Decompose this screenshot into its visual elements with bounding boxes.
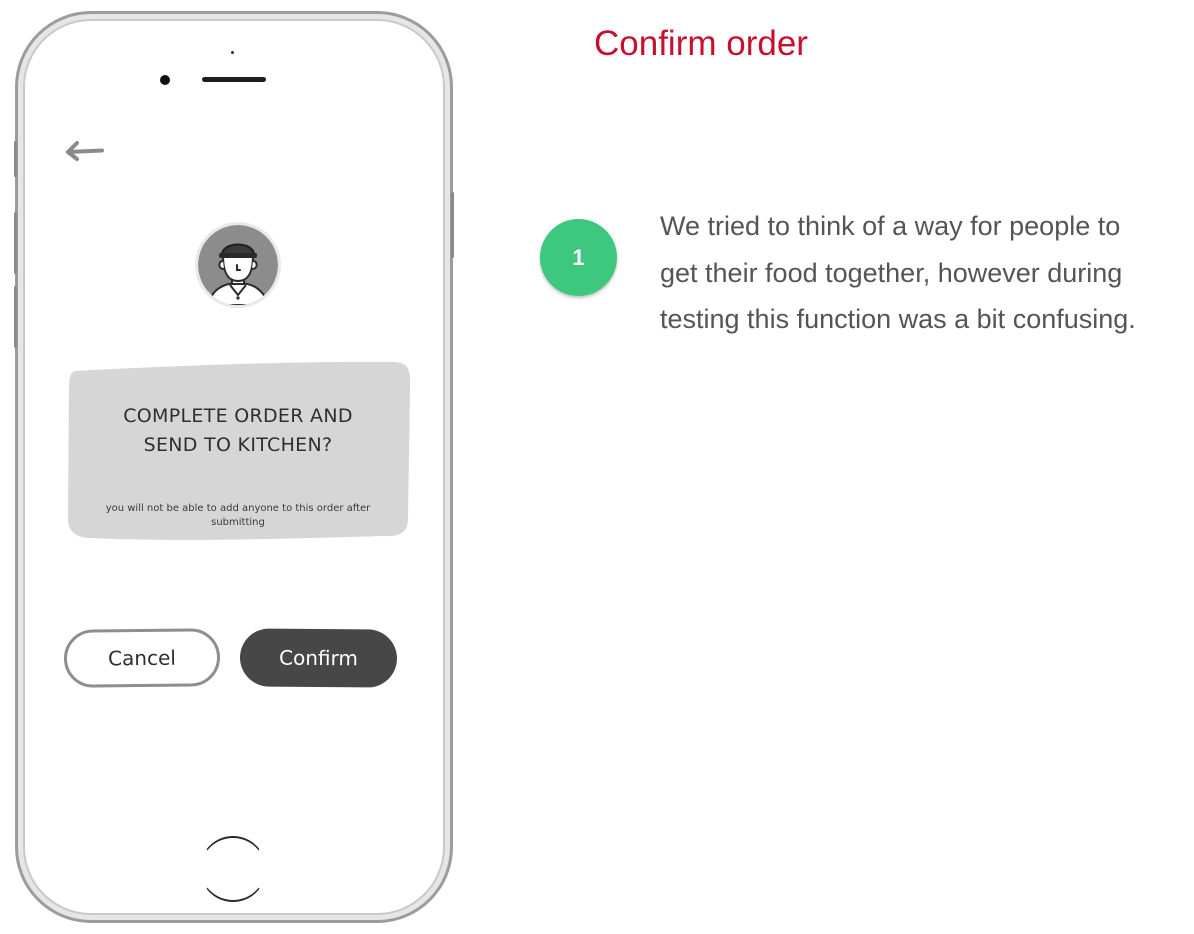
chef-avatar-svg bbox=[198, 225, 278, 305]
power-button bbox=[451, 192, 454, 258]
dialog-title: COMPLETE ORDER AND SEND TO KITCHEN? bbox=[123, 405, 353, 456]
cancel-button[interactable]: Cancel bbox=[63, 628, 221, 688]
step-number-badge: 1 bbox=[540, 219, 617, 296]
confirm-dialog-card: COMPLETE ORDER AND SEND TO KITCHEN? you … bbox=[65, 359, 411, 541]
volume-up-button bbox=[14, 212, 17, 274]
confirm-button[interactable]: Confirm bbox=[239, 628, 398, 688]
proximity-sensor bbox=[231, 51, 234, 54]
mute-switch bbox=[14, 141, 17, 177]
front-camera bbox=[160, 75, 170, 85]
arrow-left-icon[interactable] bbox=[64, 138, 106, 166]
page-title: Confirm order bbox=[594, 24, 808, 63]
dialog-note: you will not be able to add anyone to th… bbox=[105, 503, 371, 528]
arrow-left-icon-svg bbox=[66, 141, 104, 161]
home-button[interactable] bbox=[200, 836, 266, 902]
volume-down-button bbox=[14, 286, 17, 348]
chef-avatar-icon bbox=[195, 222, 281, 308]
earpiece-speaker bbox=[202, 77, 266, 82]
phone-mockup: COMPLETE ORDER AND SEND TO KITCHEN? you … bbox=[14, 11, 454, 923]
step-description: We tried to think of a way for people to… bbox=[660, 211, 1136, 334]
